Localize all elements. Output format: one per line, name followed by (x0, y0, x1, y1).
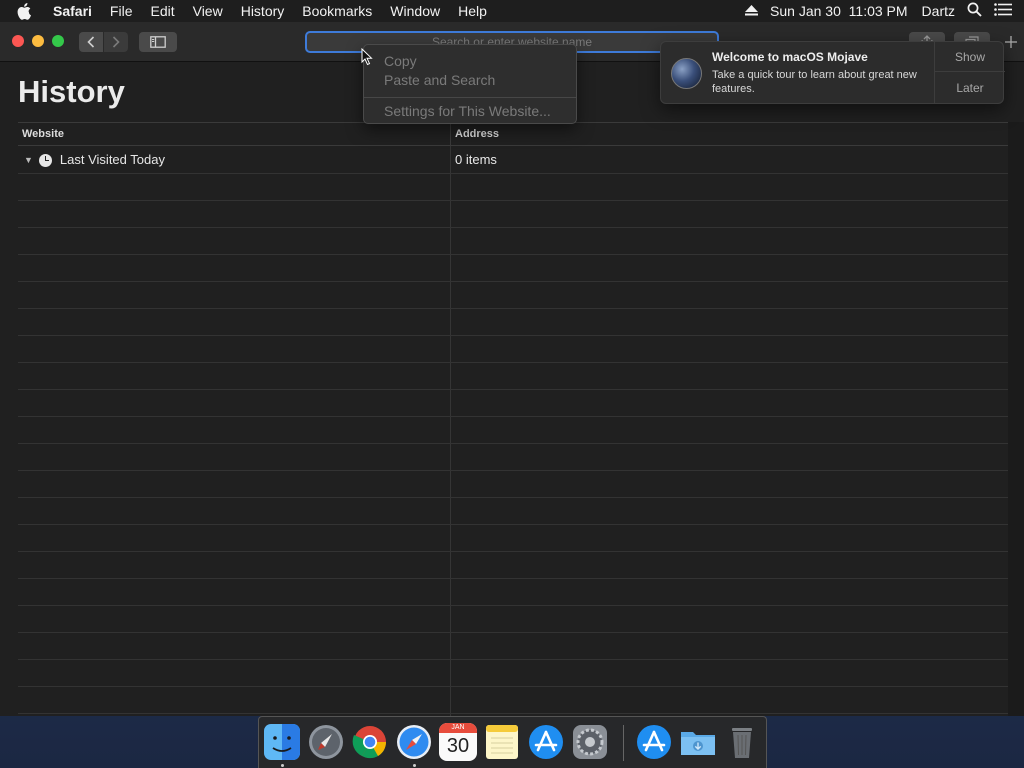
safari-running-indicator (413, 764, 416, 767)
context-menu-paste-and-search[interactable]: Paste and Search (384, 72, 495, 88)
sidebar-icon (150, 36, 166, 48)
history-table: Website Address ▼ Last Visited Today 0 i… (18, 122, 1008, 716)
table-row (18, 282, 1008, 309)
chevron-right-icon (112, 36, 120, 48)
mouse-pointer-icon (361, 47, 373, 71)
calendar-icon[interactable]: JAN 30 (439, 723, 477, 761)
app-store-icon[interactable] (527, 723, 565, 761)
notification-banner[interactable]: Welcome to macOS Mojave Take a quick tou… (660, 41, 1005, 104)
table-row (18, 417, 1008, 444)
notes-icon[interactable] (483, 723, 521, 761)
notification-actions: Show Later (934, 42, 1005, 103)
menu-extras: Sun Jan 30 11:03 PM Dartz (745, 0, 1024, 22)
table-row (18, 633, 1008, 660)
table-row (18, 579, 1008, 606)
table-row (18, 552, 1008, 579)
plus-icon (1005, 36, 1017, 48)
history-rows: ▼ Last Visited Today 0 items (18, 147, 1008, 714)
spotlight-search-icon[interactable] (967, 2, 982, 20)
menubar-clock[interactable]: Sun Jan 30 11:03 PM (770, 3, 908, 19)
notification-body: Take a quick tour to learn about great n… (712, 69, 917, 95)
trash-icon[interactable] (723, 723, 761, 761)
disclosure-triangle-icon[interactable]: ▼ (24, 147, 33, 173)
context-menu: Copy Paste and Search Settings for This … (363, 44, 577, 124)
website-cell: ▼ Last Visited Today (24, 147, 165, 173)
notification-center-icon[interactable] (994, 3, 1012, 19)
downloads-folder-icon[interactable] (679, 723, 717, 761)
clock-icon (38, 153, 52, 167)
table-row (18, 363, 1008, 390)
safari-icon[interactable] (395, 723, 433, 761)
menu-history[interactable]: History (241, 0, 285, 22)
context-menu-website-settings[interactable]: Settings for This Website... (384, 103, 551, 119)
table-row (18, 471, 1008, 498)
system-preferences-icon[interactable] (571, 723, 609, 761)
table-row (18, 390, 1008, 417)
notification-later-button[interactable]: Later (935, 73, 1005, 103)
chevron-left-icon (87, 36, 95, 48)
menu-bar: Safari File Edit View History Bookmarks … (0, 0, 1024, 22)
table-row (18, 228, 1008, 255)
context-menu-separator (364, 97, 576, 98)
apple-menu-icon[interactable] (17, 2, 39, 20)
notification-title: Welcome to macOS Mojave (712, 50, 868, 64)
chrome-icon[interactable] (351, 723, 389, 761)
table-row (18, 660, 1008, 687)
notification-show-button[interactable]: Show (935, 42, 1005, 72)
menu-file[interactable]: File (110, 0, 133, 22)
context-menu-copy[interactable]: Copy (384, 53, 417, 69)
safari-window: Search or enter website name History Web… (0, 22, 1024, 716)
window-close-button[interactable] (12, 35, 24, 47)
table-row[interactable]: ▼ Last Visited Today 0 items (18, 147, 1008, 174)
calendar-month-label: JAN (439, 723, 477, 733)
page-title: History (18, 74, 125, 109)
menubar-user[interactable]: Dartz (922, 3, 955, 19)
dock-separator (623, 725, 624, 761)
dock: JAN 30 (258, 716, 767, 768)
sidebar-toggle-button[interactable] (139, 32, 177, 52)
table-row (18, 687, 1008, 714)
finder-running-indicator (281, 764, 284, 767)
forward-button[interactable] (104, 32, 128, 52)
finder-icon[interactable] (263, 723, 301, 761)
window-minimize-button[interactable] (32, 35, 44, 47)
menu-edit[interactable]: Edit (150, 0, 174, 22)
menu-view[interactable]: View (193, 0, 223, 22)
back-button[interactable] (79, 32, 103, 52)
column-header-website[interactable]: Website (18, 123, 450, 146)
menu-window[interactable]: Window (390, 0, 440, 22)
window-zoom-button[interactable] (52, 35, 64, 47)
table-row (18, 174, 1008, 201)
table-row (18, 444, 1008, 471)
table-row (18, 336, 1008, 363)
table-row (18, 525, 1008, 552)
table-row (18, 201, 1008, 228)
history-group-label: Last Visited Today (59, 152, 165, 167)
table-row (18, 606, 1008, 633)
launchpad-icon[interactable] (307, 723, 345, 761)
macos-mojave-icon (671, 58, 702, 89)
table-row (18, 498, 1008, 525)
scrollbar-track[interactable] (1008, 122, 1024, 716)
table-row (18, 255, 1008, 282)
eject-icon[interactable] (745, 3, 759, 19)
calendar-day-label: 30 (446, 735, 470, 757)
table-row (18, 309, 1008, 336)
menu-app-safari[interactable]: Safari (53, 0, 92, 22)
menu-bookmarks[interactable]: Bookmarks (302, 0, 372, 22)
column-header-address[interactable]: Address (450, 123, 1008, 146)
menu-help[interactable]: Help (458, 0, 487, 22)
address-cell: 0 items (455, 152, 497, 167)
table-header: Website Address (18, 122, 1008, 146)
app-store-download-icon[interactable] (635, 723, 673, 761)
